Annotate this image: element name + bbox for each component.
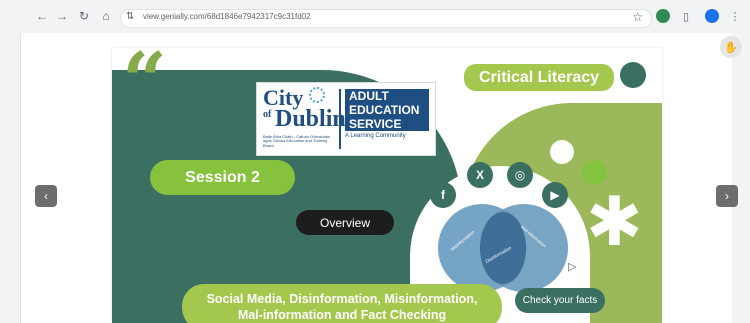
check-facts-button[interactable]: Check your facts [515, 288, 605, 313]
subtitle-line-1: Social Media, Disinformation, Misinforma… [206, 292, 478, 306]
slide-title: Critical Literacy [462, 62, 616, 93]
subtitle-line-2: Mal-information and Fact Checking [237, 308, 447, 322]
left-gutter [0, 33, 21, 323]
logo-tagline: A Learning Community [345, 133, 406, 139]
title-dot [620, 62, 646, 88]
browser-toolbar: ← → ↻ ⌂ ⇅ view.genially.com/68d1846e7942… [0, 0, 750, 33]
lime-dot [582, 160, 607, 185]
mouse-cursor-icon: ▷ [568, 261, 577, 273]
forward-arrow-icon[interactable]: → [54, 8, 70, 24]
profile-icon[interactable] [705, 9, 719, 23]
logo-dublin-text: Dublin [275, 106, 346, 132]
logo-aes-block: ADULT EDUCATION SERVICE [345, 89, 429, 131]
puzzle-icon[interactable]: ▯ [678, 8, 694, 24]
chevron-left-icon[interactable]: ‹ [35, 185, 57, 207]
logo-aes-line3: SERVICE [349, 117, 402, 131]
site-info-icon[interactable]: ⇅ [126, 11, 134, 22]
right-gutter [732, 33, 750, 323]
chevron-right-icon[interactable]: › [716, 185, 738, 207]
facebook-icon[interactable]: f [430, 182, 456, 208]
session-subtitle: Social Media, Disinformation, Misinforma… [182, 284, 502, 323]
logo-star-icon [309, 87, 325, 103]
reload-icon[interactable]: ↻ [76, 8, 92, 24]
overview-button[interactable]: Overview [296, 210, 394, 235]
logo-divider [339, 89, 341, 149]
instagram-icon[interactable]: ◎ [507, 162, 533, 188]
logo-of-text: of [263, 109, 272, 120]
logo-etb-text: Baile Átha Cliath - Cathair Oideachais a… [263, 134, 331, 148]
home-icon[interactable]: ⌂ [98, 8, 114, 24]
back-arrow-icon[interactable]: ← [34, 8, 50, 24]
x-icon[interactable]: X [467, 162, 493, 188]
extension-icon[interactable] [656, 9, 670, 23]
white-dot [550, 140, 574, 164]
youtube-icon[interactable]: ▶ [542, 182, 568, 208]
asterisk-icon: ✱ [586, 184, 643, 260]
pan-icon[interactable]: ✋ [720, 36, 742, 58]
quote-mark-icon: “ [122, 48, 167, 127]
session-label: Session 2 [150, 160, 295, 195]
menu-dots-icon[interactable]: ⋮ [727, 8, 743, 24]
presentation-slide: “ City of Dublin Baile Átha Cliath - Cat… [112, 48, 662, 323]
logo-aes-line2: EDUCATION [349, 103, 420, 117]
dublin-aes-logo: City of Dublin Baile Átha Cliath - Catha… [256, 82, 436, 156]
logo-aes-line1: ADULT [349, 89, 389, 103]
address-bar[interactable]: ⇅ view.genially.com/68d1846e7942317c9c31… [120, 9, 652, 28]
url-text: view.genially.com/68d1846e7942317c9c31fd… [143, 12, 311, 21]
star-icon[interactable]: ☆ [632, 10, 643, 24]
